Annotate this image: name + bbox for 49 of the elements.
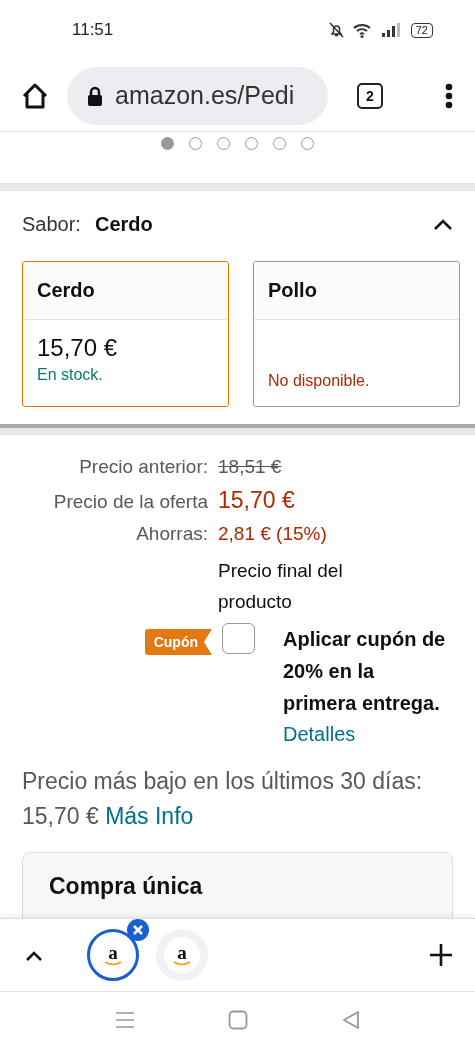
smile-icon — [104, 961, 122, 966]
back-icon[interactable] — [340, 1010, 361, 1030]
carousel-dot[interactable] — [189, 137, 202, 150]
purchase-card[interactable]: Compra única — [22, 852, 453, 918]
browser-tab[interactable]: a — [156, 929, 208, 981]
variant-card[interactable]: Cerdo 15,70 € En stock. — [22, 261, 229, 407]
address-bar[interactable]: amazon.es/Pedi — [67, 66, 328, 125]
savings-amount: 2,81 € (15%) — [218, 523, 328, 545]
battery-level: 72 — [410, 22, 433, 38]
carousel-dot[interactable] — [217, 137, 230, 150]
carousel-dot[interactable] — [161, 137, 174, 150]
close-icon[interactable] — [127, 919, 149, 941]
muted-bell-icon — [328, 22, 344, 38]
availability-text: En stock. — [37, 366, 104, 384]
coupon-badge: Cupón — [144, 629, 212, 655]
lowest-price-text: Precio más bajo en los últimos 30 días: 15,70 € Más Info — [22, 767, 424, 831]
carousel-dot[interactable] — [273, 137, 286, 150]
carousel-dot[interactable] — [301, 137, 314, 150]
clock-time: 11:51 — [72, 20, 115, 40]
old-price: 18,51 € — [218, 456, 283, 478]
purchase-card-title: Compra única — [49, 873, 203, 899]
variant-name: Pollo — [268, 279, 317, 302]
signal-icon — [381, 23, 402, 37]
plus-icon[interactable] — [429, 943, 453, 967]
lock-icon — [87, 85, 103, 106]
home-square-icon[interactable] — [227, 1010, 248, 1030]
browser-tab[interactable]: a — [87, 929, 139, 981]
price-label: Precio de la oferta — [52, 491, 208, 513]
variant-card[interactable]: Pollo No disponible. — [253, 261, 460, 407]
wifi-icon — [352, 22, 373, 38]
variant-price: 15,70 € — [37, 334, 119, 362]
variant-name: Cerdo — [37, 279, 95, 302]
variation-value: Cerdo — [94, 212, 154, 236]
availability-text: No disponible. — [268, 372, 371, 390]
deal-price: 15,70 € — [218, 487, 296, 514]
price-label: Ahorras: — [135, 523, 208, 545]
smile-icon — [173, 961, 191, 966]
menu-icon[interactable] — [445, 82, 453, 109]
coupon-text: Aplicar cupón de 20% en la primera entrega. — [283, 627, 447, 716]
details-link[interactable]: Detalles — [283, 723, 356, 746]
tab-count-button[interactable]: 2 — [357, 82, 383, 109]
coupon-checkbox[interactable] — [222, 623, 255, 654]
price-label: Precio anterior: — [78, 456, 208, 478]
more-info-link[interactable]: Más Info — [105, 803, 194, 829]
caret-up-icon[interactable] — [433, 218, 453, 230]
variation-label: Sabor: — [22, 212, 81, 236]
caret-up-icon[interactable] — [25, 949, 43, 961]
price-note: Precio final del producto — [218, 559, 344, 614]
carousel-dot[interactable] — [245, 137, 258, 150]
